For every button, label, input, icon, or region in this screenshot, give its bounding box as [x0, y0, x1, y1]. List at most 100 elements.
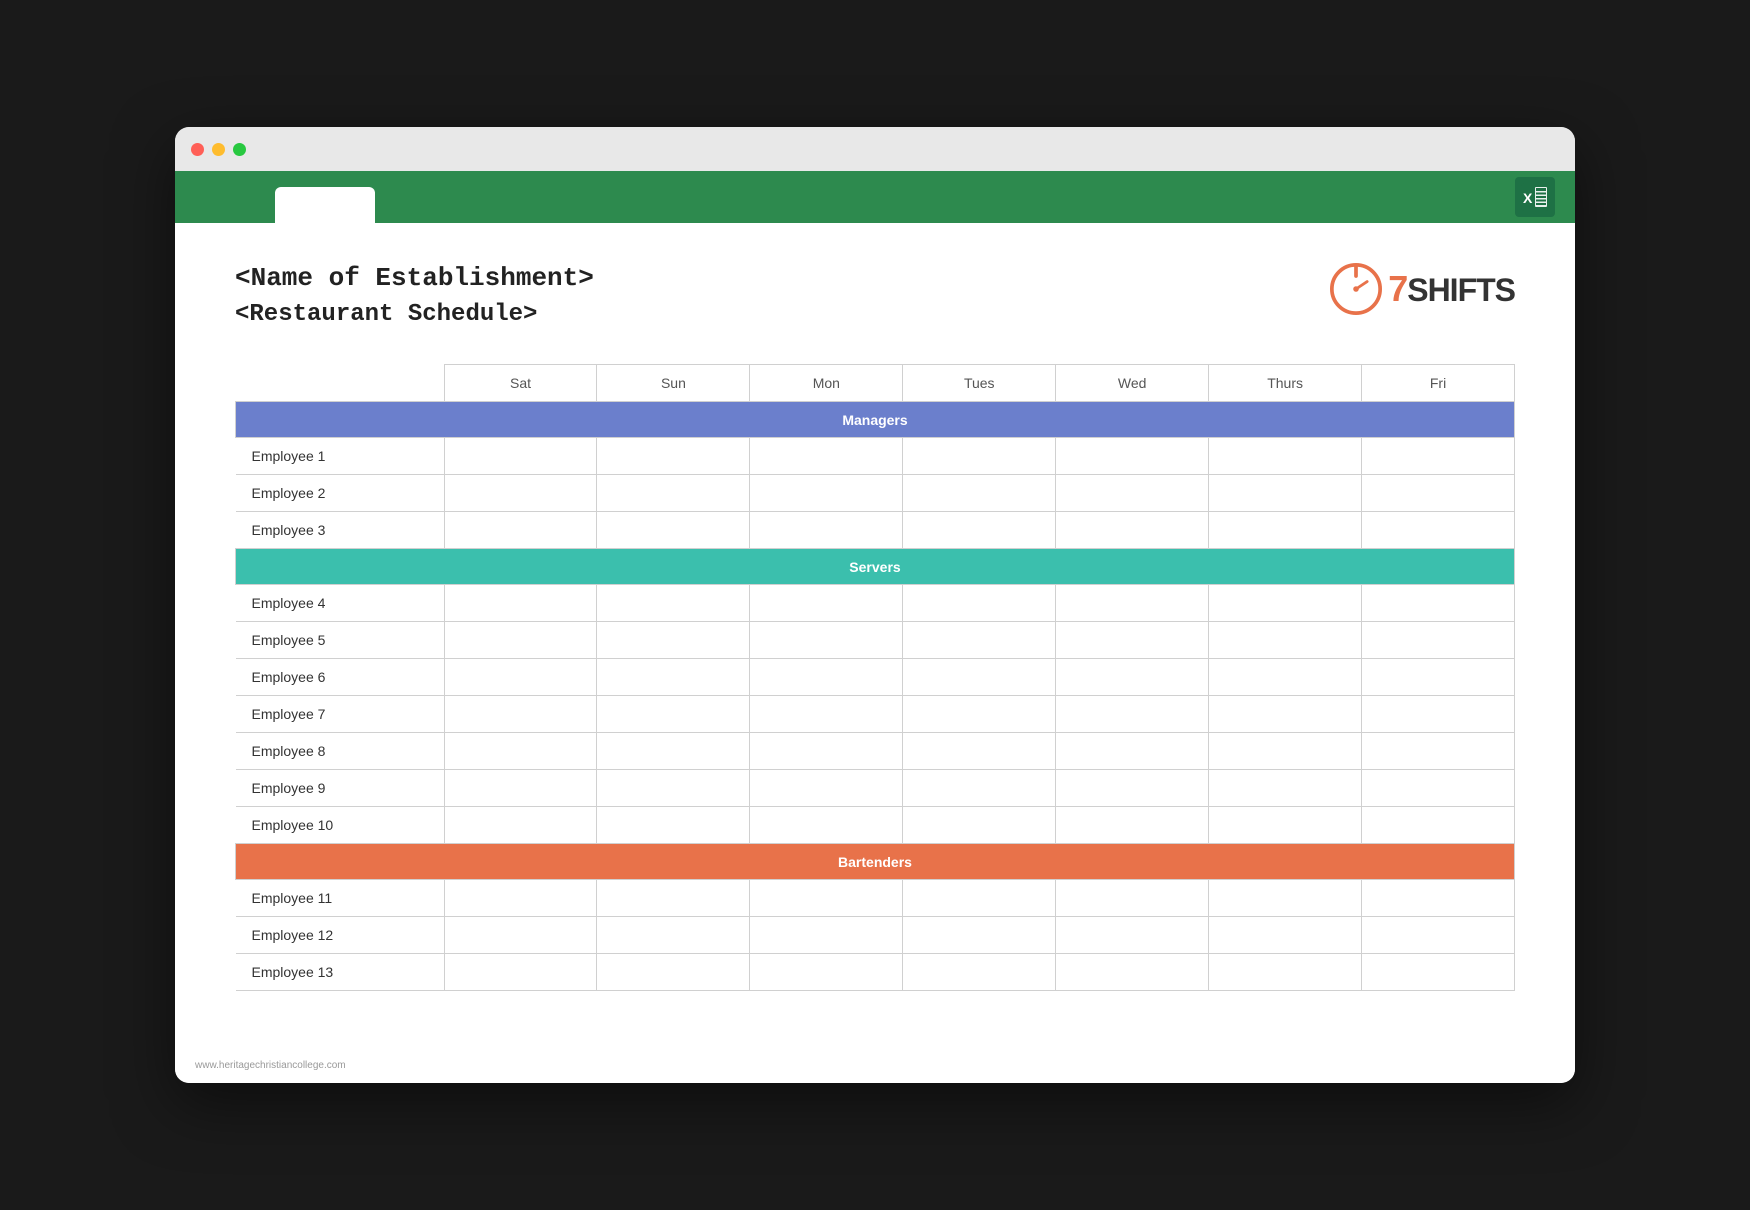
- schedule-cell[interactable]: [597, 733, 750, 770]
- schedule-cell[interactable]: [1209, 659, 1362, 696]
- employee-name-cell: Employee 1: [236, 438, 445, 475]
- schedule-cell[interactable]: [444, 585, 597, 622]
- schedule-cell[interactable]: [903, 770, 1056, 807]
- schedule-cell[interactable]: [1362, 622, 1515, 659]
- schedule-cell[interactable]: [597, 770, 750, 807]
- schedule-cell[interactable]: [444, 512, 597, 549]
- schedule-cell[interactable]: [903, 475, 1056, 512]
- schedule-cell[interactable]: [903, 622, 1056, 659]
- schedule-cell[interactable]: [903, 954, 1056, 991]
- schedule-cell[interactable]: [750, 512, 903, 549]
- schedule-cell[interactable]: [1056, 438, 1209, 475]
- schedule-cell[interactable]: [1209, 770, 1362, 807]
- schedule-cell[interactable]: [903, 917, 1056, 954]
- schedule-cell[interactable]: [1056, 880, 1209, 917]
- header-section: <Name of Establishment> <Restaurant Sche…: [235, 263, 1515, 328]
- schedule-cell[interactable]: [1056, 659, 1209, 696]
- header-sat: Sat: [444, 365, 597, 402]
- schedule-cell[interactable]: [597, 512, 750, 549]
- schedule-cell[interactable]: [1209, 585, 1362, 622]
- schedule-cell[interactable]: [903, 659, 1056, 696]
- schedule-cell[interactable]: [903, 733, 1056, 770]
- schedule-cell[interactable]: [1209, 512, 1362, 549]
- schedule-cell[interactable]: [1209, 696, 1362, 733]
- schedule-cell[interactable]: [1209, 733, 1362, 770]
- minimize-button[interactable]: [212, 143, 225, 156]
- schedule-cell[interactable]: [597, 438, 750, 475]
- schedule-cell[interactable]: [750, 770, 903, 807]
- schedule-cell[interactable]: [1362, 917, 1515, 954]
- schedule-cell[interactable]: [750, 880, 903, 917]
- schedule-cell[interactable]: [444, 475, 597, 512]
- schedule-cell[interactable]: [1056, 807, 1209, 844]
- schedule-cell[interactable]: [444, 770, 597, 807]
- schedule-cell[interactable]: [1209, 880, 1362, 917]
- schedule-cell[interactable]: [1056, 475, 1209, 512]
- schedule-cell[interactable]: [750, 475, 903, 512]
- schedule-cell[interactable]: [1056, 954, 1209, 991]
- schedule-cell[interactable]: [1362, 807, 1515, 844]
- schedule-cell[interactable]: [750, 438, 903, 475]
- schedule-cell[interactable]: [903, 585, 1056, 622]
- schedule-cell[interactable]: [444, 954, 597, 991]
- schedule-cell[interactable]: [750, 622, 903, 659]
- schedule-cell[interactable]: [597, 696, 750, 733]
- schedule-cell[interactable]: [903, 696, 1056, 733]
- schedule-cell[interactable]: [750, 807, 903, 844]
- schedule-cell[interactable]: [1362, 733, 1515, 770]
- schedule-cell[interactable]: [1362, 880, 1515, 917]
- schedule-cell[interactable]: [597, 585, 750, 622]
- schedule-cell[interactable]: [1056, 585, 1209, 622]
- schedule-cell[interactable]: [750, 696, 903, 733]
- schedule-cell[interactable]: [444, 659, 597, 696]
- schedule-cell[interactable]: [1362, 696, 1515, 733]
- active-tab[interactable]: [275, 187, 375, 223]
- excel-icon[interactable]: X: [1515, 177, 1555, 217]
- schedule-cell[interactable]: [1362, 438, 1515, 475]
- schedule-cell[interactable]: [597, 659, 750, 696]
- schedule-cell[interactable]: [444, 696, 597, 733]
- schedule-cell[interactable]: [597, 954, 750, 991]
- schedule-cell[interactable]: [1362, 585, 1515, 622]
- schedule-cell[interactable]: [597, 807, 750, 844]
- schedule-cell[interactable]: [750, 659, 903, 696]
- table-row: Employee 10: [236, 807, 1515, 844]
- schedule-cell[interactable]: [1362, 954, 1515, 991]
- schedule-cell[interactable]: [1056, 733, 1209, 770]
- schedule-cell[interactable]: [1209, 917, 1362, 954]
- schedule-cell[interactable]: [1056, 696, 1209, 733]
- schedule-cell[interactable]: [1056, 622, 1209, 659]
- schedule-cell[interactable]: [444, 622, 597, 659]
- schedule-cell[interactable]: [444, 733, 597, 770]
- schedule-cell[interactable]: [597, 880, 750, 917]
- close-button[interactable]: [191, 143, 204, 156]
- schedule-cell[interactable]: [1362, 512, 1515, 549]
- schedule-cell[interactable]: [1056, 917, 1209, 954]
- schedule-cell[interactable]: [1362, 770, 1515, 807]
- schedule-cell[interactable]: [1209, 807, 1362, 844]
- schedule-cell[interactable]: [444, 917, 597, 954]
- schedule-cell[interactable]: [903, 880, 1056, 917]
- schedule-cell[interactable]: [597, 622, 750, 659]
- schedule-cell[interactable]: [1362, 659, 1515, 696]
- schedule-cell[interactable]: [903, 807, 1056, 844]
- schedule-cell[interactable]: [1056, 512, 1209, 549]
- schedule-cell[interactable]: [750, 733, 903, 770]
- schedule-cell[interactable]: [903, 512, 1056, 549]
- schedule-cell[interactable]: [903, 438, 1056, 475]
- schedule-cell[interactable]: [444, 880, 597, 917]
- schedule-cell[interactable]: [1209, 622, 1362, 659]
- schedule-cell[interactable]: [1209, 475, 1362, 512]
- schedule-cell[interactable]: [597, 475, 750, 512]
- schedule-cell[interactable]: [1209, 954, 1362, 991]
- schedule-cell[interactable]: [597, 917, 750, 954]
- schedule-cell[interactable]: [1362, 475, 1515, 512]
- schedule-cell[interactable]: [1056, 770, 1209, 807]
- schedule-cell[interactable]: [750, 917, 903, 954]
- schedule-cell[interactable]: [750, 954, 903, 991]
- schedule-cell[interactable]: [750, 585, 903, 622]
- maximize-button[interactable]: [233, 143, 246, 156]
- schedule-cell[interactable]: [444, 807, 597, 844]
- schedule-cell[interactable]: [1209, 438, 1362, 475]
- schedule-cell[interactable]: [444, 438, 597, 475]
